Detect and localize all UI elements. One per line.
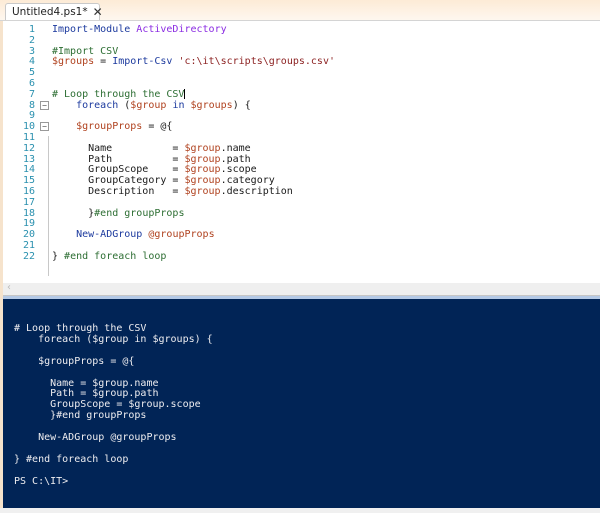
line-number: 13: [22, 153, 35, 165]
console-line: New-ADGroup @groupProps: [14, 432, 177, 443]
code-token: #Import CSV: [52, 45, 119, 57]
console-line: GroupScope = $group.scope: [14, 399, 201, 411]
code-token: in: [172, 99, 185, 111]
collapse-icon[interactable]: −: [40, 122, 49, 132]
code-text: # Loop through the CSV: [52, 88, 186, 100]
line-number: 7: [28, 88, 35, 100]
line-number: 1: [28, 24, 35, 35]
code-token: $groupProps: [76, 121, 143, 133]
code-token: .path: [220, 153, 251, 165]
line-number: 12: [22, 142, 35, 154]
code-token: .category: [220, 175, 275, 187]
code-token: $groups: [190, 99, 233, 111]
code-token: Import-Csv: [112, 56, 179, 68]
code-text: #Import CSV: [52, 46, 118, 57]
code-token: }: [52, 207, 95, 219]
code-text: }#end groupProps: [52, 208, 184, 219]
code-text: New-ADGroup @groupProps: [52, 229, 215, 240]
code-token: 'c:\it\scripts\groups.csv': [178, 56, 335, 68]
code-token: $group: [184, 153, 221, 165]
line-number: 16: [22, 186, 35, 197]
code-token: $group: [130, 99, 167, 111]
code-token: ActiveDirectory: [136, 24, 227, 35]
code-token: }: [52, 250, 65, 262]
code-token: $group: [184, 186, 221, 197]
line-number: 9: [28, 110, 35, 122]
code-text: Description = $group.description: [52, 186, 293, 197]
line-number: 8: [28, 99, 35, 111]
code-token: $groups: [52, 56, 95, 68]
close-icon[interactable]: ✕: [93, 5, 103, 19]
text-cursor: [184, 88, 186, 99]
code-text: $groups = Import-Csv 'c:\it\scripts\grou…: [52, 56, 335, 67]
code-token: #end foreach loop: [64, 250, 167, 262]
code-token: foreach: [76, 99, 119, 111]
scroll-left-icon[interactable]: ‹: [7, 282, 11, 293]
code-text: } #end foreach loop: [52, 251, 166, 262]
console-prompt: PS C:\IT>: [14, 475, 69, 487]
tab-bar: Untitled4.ps1* ✕: [0, 0, 600, 21]
fold-guide-line: [48, 136, 49, 276]
line-number: 22: [22, 250, 35, 262]
code-token: $group: [184, 164, 221, 176]
code-token: .scope: [220, 164, 257, 176]
code-token: $group: [184, 175, 221, 187]
line-number: 19: [22, 218, 35, 230]
line-number: 17: [22, 196, 35, 208]
code-token: .description: [220, 186, 293, 197]
code-token: $group: [184, 142, 221, 154]
console-pane[interactable]: # Loop through the CSV foreach ($group i…: [3, 299, 600, 508]
line-number: 18: [22, 207, 35, 219]
code-token: # Loop through the CSV: [52, 88, 185, 100]
console-line: Name = $group.name: [14, 377, 159, 389]
code-token: .name: [220, 142, 251, 154]
horizontal-scrollbar[interactable]: ‹: [3, 282, 600, 296]
line-number: 21: [22, 240, 35, 251]
line-number: 2: [28, 34, 35, 46]
code-token: =: [94, 56, 113, 68]
code-token: Path =: [52, 153, 185, 165]
code-text: $groupProps = @{: [52, 121, 172, 132]
code-token: Description =: [52, 186, 185, 197]
code-token: = @{: [142, 121, 173, 133]
code-token: New-ADGroup: [76, 229, 143, 241]
code-token: GroupCategory =: [52, 175, 185, 187]
code-text: Import-Module ActiveDirectory: [52, 24, 227, 35]
code-token: (: [118, 99, 131, 111]
code-token: ) {: [232, 99, 251, 111]
line-number: 14: [22, 164, 35, 176]
line-number: 15: [22, 175, 35, 187]
code-text: Name = $group.name: [52, 143, 251, 154]
console-line: }#end groupProps: [14, 410, 147, 422]
code-token: GroupScope =: [52, 164, 185, 176]
code-token: #end groupProps: [94, 207, 185, 219]
line-number: 4: [28, 56, 35, 68]
line-number: 3: [28, 45, 35, 57]
code-text: Path = $group.path: [52, 154, 251, 165]
script-editor[interactable]: 1 Import-Module ActiveDirectory 2 3 #Import …: [3, 21, 600, 283]
collapse-icon[interactable]: −: [40, 100, 49, 110]
line-number: 5: [28, 67, 35, 79]
console-line: $groupProps = @{: [14, 355, 135, 367]
console-line: Path = $group.path: [14, 388, 159, 400]
status-strip: [0, 508, 600, 513]
console-line: foreach ($group in $groups) {: [14, 333, 213, 345]
code-token: @groupProps: [148, 229, 215, 241]
code-text: GroupScope = $group.scope: [52, 164, 257, 175]
line-number: 10: [22, 121, 35, 133]
line-number: 6: [28, 78, 35, 89]
line-number: 20: [22, 229, 35, 241]
tab-title: Untitled4.ps1*: [12, 6, 88, 18]
tab-untitled4[interactable]: Untitled4.ps1* ✕: [5, 3, 103, 20]
code-token: Name =: [52, 142, 185, 154]
code-text: GroupCategory = $group.category: [52, 175, 275, 186]
console-line: } #end foreach loop: [14, 453, 129, 465]
code-token: Import-Module: [52, 24, 137, 35]
console-line: # Loop through the CSV: [14, 323, 147, 334]
code-text: foreach ($group in $groups) {: [52, 100, 251, 111]
line-number: 11: [22, 132, 35, 143]
